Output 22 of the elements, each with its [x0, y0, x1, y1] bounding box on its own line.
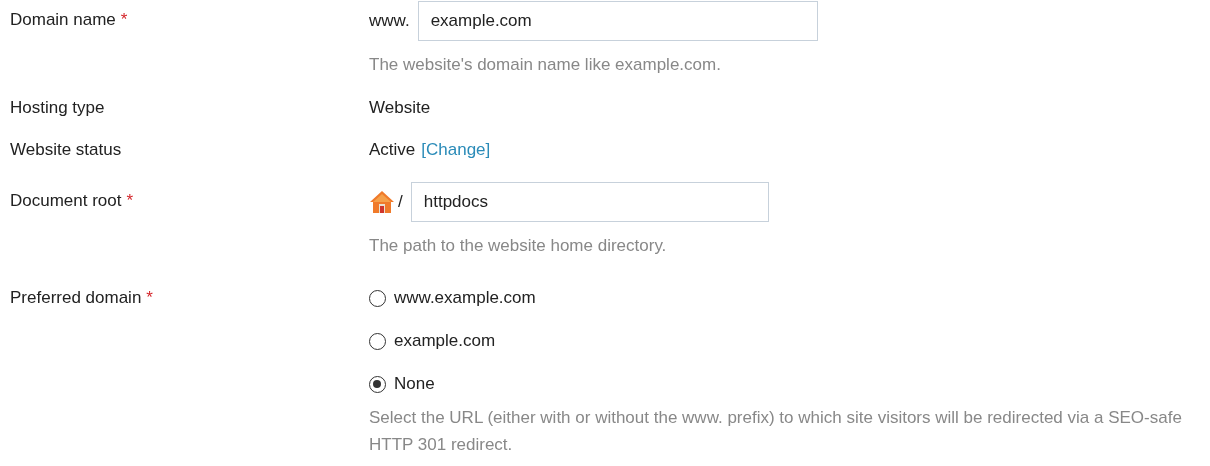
required-mark: * — [126, 191, 134, 210]
prefix-text: www. — [369, 11, 410, 31]
required-mark: * — [120, 10, 128, 29]
path-separator: / — [398, 192, 403, 212]
radio-option[interactable]: www.example.com — [369, 288, 536, 308]
hint-text: The website's domain name like example.com. — [369, 54, 722, 76]
field-value: Website — [369, 98, 431, 117]
field-label: Website status — [10, 140, 122, 159]
field-label: Document root — [10, 191, 122, 210]
hint-text: The path to the website home directory. — [369, 235, 668, 257]
required-mark: * — [146, 288, 153, 307]
field-label: Domain name — [10, 10, 116, 29]
home-icon — [369, 189, 395, 215]
radio-option[interactable]: example.com — [369, 331, 496, 351]
change-link[interactable]: [Change] — [421, 140, 491, 160]
field-label: Hosting type — [10, 98, 105, 117]
domain-input[interactable]: example.com — [417, 1, 818, 41]
radio-option[interactable]: None — [369, 374, 435, 394]
status-value: Active — [369, 140, 416, 160]
hint-text: Select the URL (either with or without the www. prefix) to which site visitors will be redirected via a SEO-safe HTTP 301 redirect. — [369, 407, 1183, 456]
document-root-input[interactable]: httpdocs — [410, 182, 769, 222]
field-label: Preferred domain — [10, 288, 142, 307]
